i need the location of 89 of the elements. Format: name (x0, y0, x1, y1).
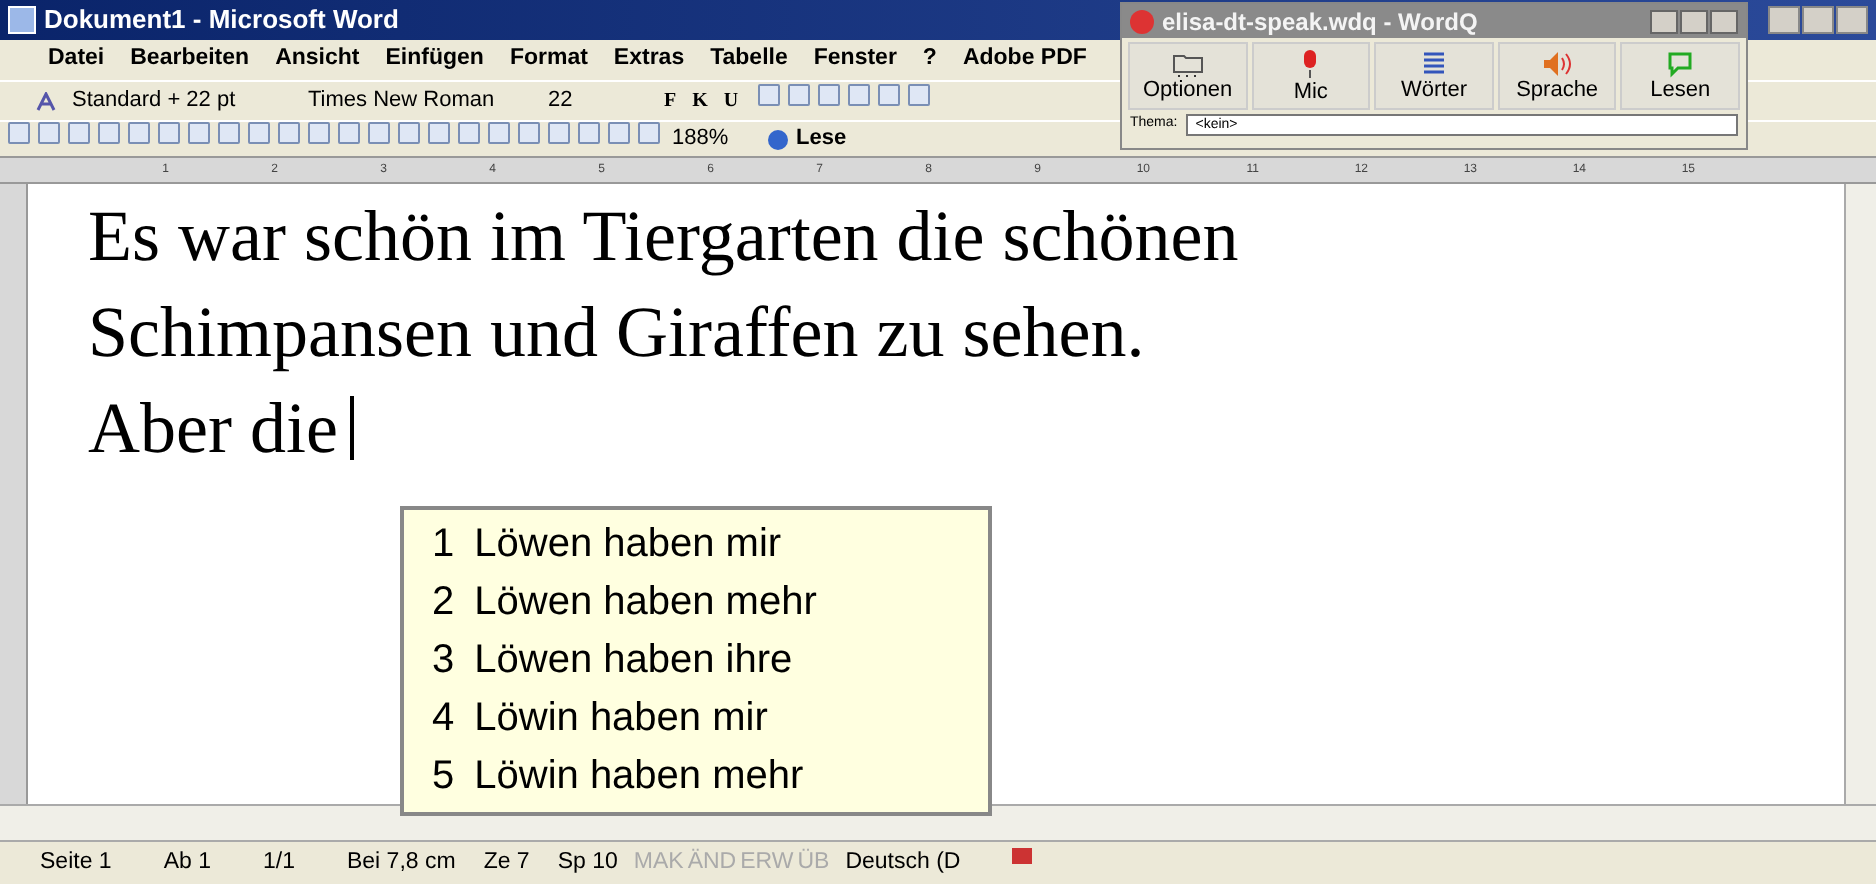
window-title: Dokument1 - Microsoft Word (44, 2, 399, 39)
toolbar-icon[interactable] (338, 122, 360, 145)
suggestion-item[interactable]: 4 Löwin haben mir (432, 690, 960, 748)
minimize-button[interactable] (1768, 6, 1800, 34)
status-field: ÜB (797, 845, 830, 881)
suggestion-item[interactable]: 2 Löwen haben mehr (432, 574, 960, 632)
wordq-toolbar-button[interactable]: Wörter (1374, 42, 1494, 110)
toolbar-icon[interactable] (608, 122, 630, 145)
status-field: Seite 1 (40, 845, 112, 881)
status-field: Bei 7,8 cm (346, 845, 456, 881)
status-field: 1/1 (262, 845, 295, 881)
document-text: Es war schön im Tiergarten die schönen (88, 194, 1239, 280)
toolbar-icon[interactable] (68, 122, 90, 145)
document-text: Schimpansen und Giraffen zu sehen. (88, 290, 1145, 376)
wordq-toolbar-button[interactable]: Mic (1251, 42, 1371, 110)
speaker-icon (1541, 50, 1574, 78)
toolbar-icon[interactable] (188, 122, 210, 145)
menu-item[interactable]: Extras (613, 42, 685, 78)
status-field: ÄND (687, 845, 737, 881)
status-field: Ab 1 (163, 845, 211, 881)
maximize-button[interactable] (1802, 6, 1834, 34)
status-field: Ze 7 (483, 845, 530, 881)
suggestion-item[interactable]: 3 Löwen haben ihre (432, 632, 960, 690)
toolbar-icon[interactable] (458, 122, 480, 145)
format-button[interactable]: F (664, 86, 677, 116)
toolbar-icon[interactable] (758, 84, 781, 107)
font-dropdown[interactable]: Times New Roman (308, 84, 532, 118)
toolbar-icon[interactable] (788, 84, 811, 107)
reading-button[interactable]: Lese (796, 122, 847, 156)
toolbar-icon[interactable] (8, 122, 30, 145)
wordq-logo-icon (1130, 9, 1154, 33)
speech-bubble-icon (1666, 50, 1695, 78)
word-document-icon (8, 6, 36, 34)
suggestion-item[interactable]: 5 Löwin haben mehr (432, 748, 960, 806)
toolbar-icon[interactable] (848, 84, 871, 107)
status-field: Deutsch (D (845, 845, 961, 881)
toolbar-icon[interactable] (818, 84, 841, 107)
toolbar-icon[interactable] (218, 122, 240, 145)
status-field: Sp 10 (557, 845, 618, 881)
toolbar-icon[interactable] (428, 122, 450, 145)
toolbar-icon[interactable] (308, 122, 330, 145)
close-button[interactable] (1836, 6, 1868, 34)
menu-item[interactable]: Einfügen (385, 42, 484, 78)
format-button[interactable]: U (723, 86, 739, 116)
document-text: Aber die (88, 386, 338, 472)
close-button[interactable] (1710, 9, 1738, 33)
size-dropdown[interactable]: 22 (548, 84, 648, 118)
folder-icon (1171, 50, 1204, 78)
wordq-toolbar-button[interactable]: Lesen (1620, 42, 1740, 110)
toolbar-icon[interactable] (398, 122, 420, 145)
spelling-icon (1012, 847, 1033, 863)
toolbar-icon[interactable] (548, 122, 570, 145)
text-cursor (349, 396, 354, 460)
menu-item[interactable]: Datei (48, 42, 105, 78)
vertical-scrollbar[interactable] (1844, 184, 1876, 804)
toolbar-icon[interactable] (98, 122, 120, 145)
suggestion-item[interactable]: 1 Löwen haben mir (432, 516, 960, 574)
toolbar-icon[interactable] (908, 84, 931, 107)
toolbar-icon[interactable] (128, 122, 150, 145)
wordq-toolbar-button[interactable]: Sprache (1497, 42, 1617, 110)
menu-item[interactable]: ? (922, 42, 937, 78)
toolbar-icon[interactable] (578, 122, 600, 145)
toolbar-icon[interactable] (38, 122, 60, 145)
maximize-button[interactable] (1680, 9, 1708, 33)
help-icon[interactable] (768, 129, 788, 149)
status-field: ERW (740, 845, 794, 881)
status-field: MAK (633, 845, 684, 881)
menu-item[interactable]: Tabelle (710, 42, 788, 78)
toolbar-icon[interactable] (368, 122, 390, 145)
minimize-button[interactable] (1650, 9, 1678, 33)
zoom-dropdown[interactable]: 188% (672, 122, 760, 156)
toolbar-icon[interactable] (518, 122, 540, 145)
style-dropdown[interactable]: Standard + 22 pt (72, 84, 292, 118)
toolbar-icon[interactable] (158, 122, 180, 145)
toolbar-icon[interactable] (248, 122, 270, 145)
menu-item[interactable]: Fenster (813, 42, 897, 78)
menu-item[interactable]: Ansicht (275, 42, 360, 78)
list-icon (1419, 50, 1448, 78)
toolbar-icon[interactable] (488, 122, 510, 145)
menu-item[interactable]: Format (509, 42, 588, 78)
toolbar-icon[interactable] (278, 122, 300, 145)
window-title: elisa-dt-speak.wdq - WordQ (1162, 5, 1478, 39)
style-icon (36, 91, 56, 111)
toolbar-icon[interactable] (878, 84, 901, 107)
toolbar-icon[interactable] (638, 122, 660, 145)
wordq-toolbar-button[interactable]: Optionen (1128, 42, 1248, 110)
menu-item[interactable]: Adobe PDF (962, 42, 1087, 78)
format-button[interactable]: K (692, 86, 708, 116)
menu-item[interactable]: Bearbeiten (130, 42, 250, 78)
